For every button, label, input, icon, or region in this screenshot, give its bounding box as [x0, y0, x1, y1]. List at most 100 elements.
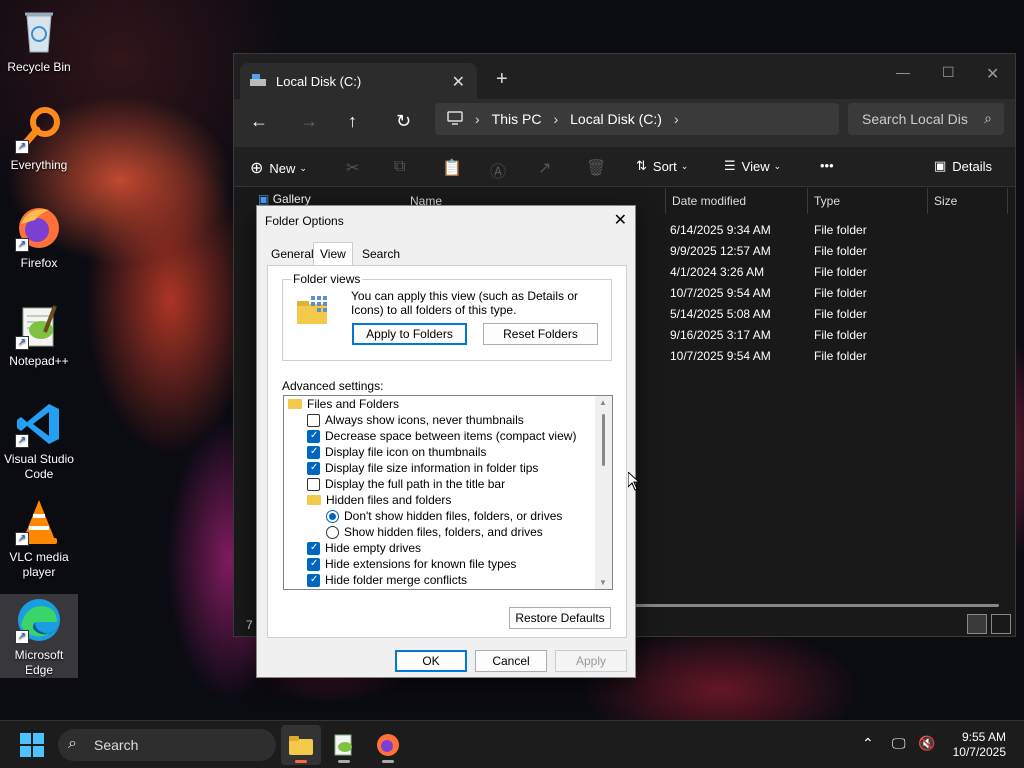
forward-arrow-icon[interactable]: →: [300, 111, 318, 132]
chevron-right-icon: ›: [673, 111, 679, 127]
tab-view[interactable]: View: [313, 242, 353, 266]
row-date: 10/7/2025 9:54 AM: [670, 349, 771, 363]
setting-compact-view[interactable]: Decrease space between items (compact vi…: [307, 428, 576, 444]
shortcut-arrow-icon: ↗: [15, 336, 29, 350]
sort-button[interactable]: ⇅ Sort ⌄: [636, 158, 688, 174]
volume-muted-icon[interactable]: 🔇: [918, 735, 935, 752]
maximize-icon[interactable]: ☐: [942, 64, 955, 81]
dialog-close-icon[interactable]: ✕: [614, 210, 627, 230]
share-icon[interactable]: ↗: [538, 158, 551, 178]
setting-dont-show-hidden[interactable]: Don't show hidden files, folders, or dri…: [326, 508, 562, 524]
folder-views-group: Folder views You can apply this view (su…: [282, 272, 612, 361]
setting-always-show-icons[interactable]: Always show icons, never thumbnails: [307, 412, 524, 428]
column-header-size[interactable]: Size: [928, 188, 1008, 214]
setting-show-hidden[interactable]: Show hidden files, folders, and drives: [326, 524, 543, 540]
details-view-icon[interactable]: [967, 614, 987, 634]
more-options-icon[interactable]: •••: [820, 158, 834, 173]
restore-defaults-button[interactable]: Restore Defaults: [509, 607, 611, 629]
checkbox[interactable]: [307, 541, 320, 555]
desktop-icon-notepadpp[interactable]: ↗ Notepad++: [0, 302, 78, 369]
nav-pane-gallery[interactable]: ▣ Gallery: [258, 192, 311, 206]
setting-file-icon-thumbnails[interactable]: Display file icon on thumbnails: [307, 444, 486, 460]
tiles-view-icon[interactable]: [991, 614, 1011, 634]
address-bar[interactable]: › This PC › Local Disk (C:) ›: [435, 103, 839, 135]
paste-icon[interactable]: 📋: [442, 158, 462, 178]
row-type: File folder: [814, 265, 867, 279]
scrollbar-thumb[interactable]: [602, 414, 605, 466]
scroll-up-icon[interactable]: ▲: [599, 398, 607, 407]
vertical-scrollbar[interactable]: ▲ ▼: [595, 396, 612, 589]
setting-hide-merge-conflicts[interactable]: Hide folder merge conflicts: [307, 572, 467, 588]
view-button[interactable]: ☰ View ⌄: [724, 158, 781, 174]
apply-to-folders-button[interactable]: Apply to Folders: [352, 323, 467, 345]
taskbar-search-box[interactable]: ⌕ Search: [58, 729, 276, 761]
checkbox[interactable]: [307, 477, 320, 491]
ok-button[interactable]: OK: [395, 650, 467, 672]
desktop-icon-vlc[interactable]: ↗ VLC media player: [0, 498, 78, 580]
new-tab-icon[interactable]: +: [496, 68, 508, 91]
taskbar-notepadpp[interactable]: [324, 725, 364, 765]
checkbox[interactable]: [307, 461, 320, 475]
rename-icon[interactable]: Ⓐ: [490, 158, 506, 182]
recycle-bin-icon: [15, 8, 63, 56]
breadcrumb-this-pc[interactable]: This PC: [492, 111, 542, 127]
checkbox[interactable]: [307, 413, 320, 427]
apply-button[interactable]: Apply: [555, 650, 627, 672]
back-arrow-icon[interactable]: ←: [250, 111, 268, 132]
refresh-icon[interactable]: ↻: [396, 111, 411, 132]
taskbar-clock[interactable]: 9:55 AM 10/7/2025: [953, 730, 1006, 760]
vlc-icon: ↗: [15, 498, 63, 546]
chevron-right-icon: ›: [475, 111, 480, 127]
setting-file-size-tips[interactable]: Display file size information in folder …: [307, 460, 538, 476]
horizontal-scrollbar[interactable]: [634, 604, 999, 607]
radio-button[interactable]: [326, 525, 339, 539]
radio-button[interactable]: [326, 509, 339, 523]
search-input[interactable]: Search Local Dis ⌕: [848, 103, 1004, 135]
window-close-icon[interactable]: ✕: [986, 64, 999, 84]
delete-icon[interactable]: 🗑: [586, 158, 606, 178]
copy-icon[interactable]: ⧉: [394, 158, 405, 176]
checkbox[interactable]: [307, 445, 320, 459]
taskbar-firefox[interactable]: [368, 725, 408, 765]
setting-hide-extensions[interactable]: Hide extensions for known file types: [307, 556, 516, 572]
new-button[interactable]: ⊕ New ⌄: [250, 158, 307, 178]
group-legend: Folder views: [291, 272, 363, 286]
desktop-icon-everything[interactable]: ↗ Everything: [0, 106, 78, 173]
desktop-icon-edge[interactable]: ↗ Microsoft Edge: [0, 594, 78, 678]
tab-close-icon[interactable]: ✕: [452, 72, 465, 92]
cancel-button[interactable]: Cancel: [475, 650, 547, 672]
setting-hide-empty-drives[interactable]: Hide empty drives: [307, 540, 421, 556]
chevron-up-icon[interactable]: ⌃: [862, 735, 874, 752]
desktop-icon-firefox[interactable]: ↗ Firefox: [0, 204, 78, 271]
tab-label: Local Disk (C:): [276, 73, 362, 89]
running-indicator: [338, 760, 350, 763]
up-arrow-icon[interactable]: ↑: [348, 111, 357, 132]
row-date: 9/16/2025 3:17 AM: [670, 328, 771, 342]
row-type: File folder: [814, 223, 867, 237]
checkbox[interactable]: [307, 573, 320, 587]
shortcut-arrow-icon: ↗: [15, 630, 29, 644]
desktop-icon-vscode[interactable]: ↗ Visual Studio Code: [0, 400, 78, 482]
column-header-type[interactable]: Type: [808, 188, 928, 214]
taskbar-file-explorer[interactable]: [281, 725, 321, 765]
tab-local-disk[interactable]: Local Disk (C:) ✕: [240, 63, 477, 99]
setting-label: Display file icon on thumbnails: [325, 445, 487, 459]
tab-search[interactable]: Search: [358, 244, 404, 265]
desktop-icon-recycle-bin[interactable]: Recycle Bin: [0, 8, 78, 75]
scroll-down-icon[interactable]: ▼: [599, 578, 607, 587]
windows-start-icon[interactable]: [20, 733, 44, 760]
checkbox[interactable]: [307, 557, 320, 571]
network-icon[interactable]: 🖵: [892, 735, 906, 752]
cut-icon[interactable]: ✂: [346, 158, 359, 178]
chevron-right-icon: ›: [553, 111, 559, 127]
details-pane-button[interactable]: ▣ Details: [934, 158, 992, 174]
breadcrumb-local-disk[interactable]: Local Disk (C:): [570, 111, 662, 127]
row-type: File folder: [814, 307, 867, 321]
tab-general[interactable]: General: [267, 244, 318, 265]
minimize-icon[interactable]: —: [896, 64, 910, 80]
checkbox[interactable]: [307, 429, 320, 443]
reset-folders-button[interactable]: Reset Folders: [483, 323, 598, 345]
setting-label: Hide empty drives: [325, 541, 422, 555]
setting-full-path-title[interactable]: Display the full path in the title bar: [307, 476, 505, 492]
column-header-date[interactable]: Date modified: [666, 188, 808, 214]
